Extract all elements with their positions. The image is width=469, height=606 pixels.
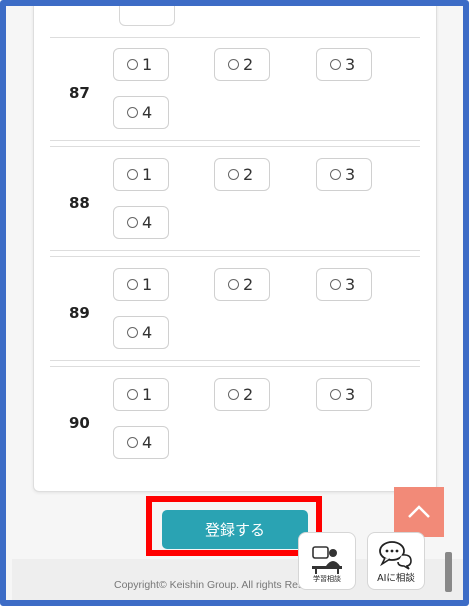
chevron-up-icon	[408, 505, 430, 518]
radio-icon	[330, 59, 341, 70]
ai-consult-button[interactable]: AIに相談	[367, 532, 425, 590]
option-1[interactable]: 1	[113, 268, 169, 301]
question-number: 87	[69, 84, 90, 102]
option-3[interactable]: 3	[316, 48, 372, 81]
radio-icon	[127, 437, 138, 448]
divider	[50, 140, 420, 141]
divider	[50, 250, 420, 251]
option-label: 2	[243, 55, 254, 74]
radio-icon	[127, 327, 138, 338]
option-label: 2	[243, 275, 254, 294]
chat-bubbles-icon	[379, 541, 412, 570]
option-1[interactable]: 1	[113, 378, 169, 411]
radio-icon	[228, 169, 239, 180]
option-2[interactable]: 2	[214, 378, 270, 411]
radio-icon	[127, 279, 138, 290]
option-label: 3	[345, 55, 356, 74]
option-label: 1	[142, 165, 153, 184]
radio-icon	[228, 59, 239, 70]
option-2[interactable]: 2	[214, 268, 270, 301]
highlight-box	[146, 496, 322, 556]
radio-icon	[127, 59, 138, 70]
scrollbar-thumb[interactable]	[445, 552, 452, 592]
option-label: 3	[345, 165, 356, 184]
option-1[interactable]: 1	[113, 158, 169, 191]
radio-icon	[330, 279, 341, 290]
option-label: 3	[345, 275, 356, 294]
option-4[interactable]: 4	[113, 206, 169, 239]
option-label: 2	[243, 165, 254, 184]
radio-icon	[330, 169, 341, 180]
question-number: 88	[69, 194, 90, 212]
scroll-top-button[interactable]	[394, 487, 444, 537]
radio-icon	[127, 169, 138, 180]
option-label: 2	[243, 385, 254, 404]
divider	[50, 256, 420, 257]
option-2[interactable]: 2	[214, 48, 270, 81]
option-3[interactable]: 3	[316, 158, 372, 191]
option-label: 4	[142, 323, 153, 342]
option-label: 1	[142, 275, 153, 294]
study-consult-button[interactable]: 学習相談	[298, 532, 356, 590]
option-3[interactable]: 3	[316, 378, 372, 411]
question-number: 90	[69, 414, 90, 432]
option-label: 4	[142, 213, 153, 232]
divider	[50, 360, 420, 361]
option-label: 1	[142, 55, 153, 74]
divider	[50, 37, 420, 38]
divider	[50, 366, 420, 367]
ai-consult-label: AIに相談	[377, 573, 415, 584]
option-label: 3	[345, 385, 356, 404]
screenshot-frame: 87 1 2 3 4 88 1 2 3 4 89 1 2 3 4 90 1 2 …	[0, 0, 469, 606]
option-4[interactable]: 4	[113, 426, 169, 459]
option-1[interactable]: 1	[113, 48, 169, 81]
radio-icon	[228, 389, 239, 400]
study-consult-label: 学習相談	[313, 575, 341, 583]
radio-icon	[330, 389, 341, 400]
question-number: 89	[69, 304, 90, 322]
radio-icon	[127, 217, 138, 228]
option-2[interactable]: 2	[214, 158, 270, 191]
option-previous-4[interactable]	[119, 6, 175, 26]
divider	[50, 146, 420, 147]
option-4[interactable]: 4	[113, 316, 169, 349]
radio-icon	[127, 389, 138, 400]
option-label: 4	[142, 103, 153, 122]
option-label: 4	[142, 433, 153, 452]
radio-icon	[127, 107, 138, 118]
option-4[interactable]: 4	[113, 96, 169, 129]
option-3[interactable]: 3	[316, 268, 372, 301]
radio-icon	[228, 279, 239, 290]
option-label: 1	[142, 385, 153, 404]
person-desk-icon	[312, 546, 342, 574]
